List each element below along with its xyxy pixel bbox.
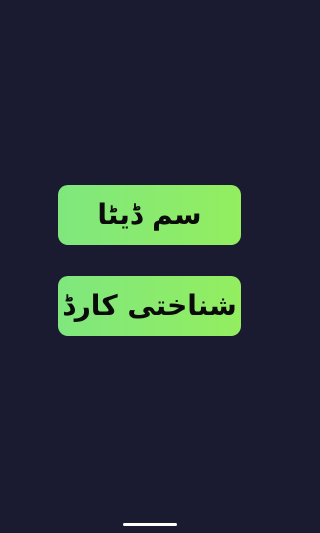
main-screen: سم ڈیٹا شناختی کارڈ bbox=[0, 0, 300, 533]
gesture-nav-handle[interactable] bbox=[123, 523, 177, 526]
sim-data-button[interactable]: سم ڈیٹا bbox=[58, 185, 241, 245]
id-card-button-label: شناختی کارڈ bbox=[62, 289, 237, 322]
sim-data-button-label: سم ڈیٹا bbox=[97, 198, 202, 231]
id-card-button[interactable]: شناختی کارڈ bbox=[58, 276, 241, 336]
